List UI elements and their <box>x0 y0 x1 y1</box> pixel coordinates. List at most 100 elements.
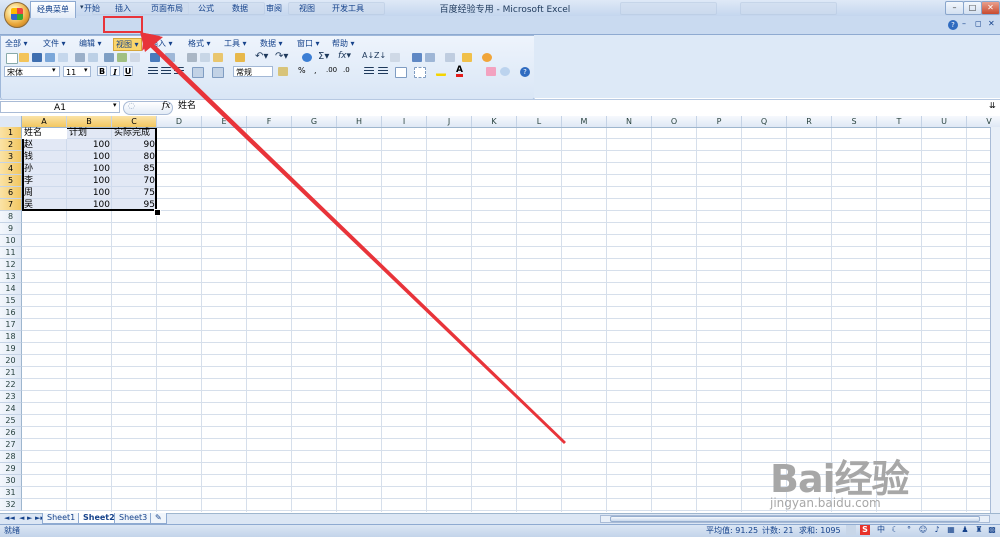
table-header-cell[interactable]: 姓名 <box>22 127 67 139</box>
ribbon-restore-icon[interactable]: ◻ <box>975 19 982 28</box>
table-cell[interactable]: 钱 <box>22 151 67 163</box>
row-header-15[interactable]: 15 <box>0 295 22 307</box>
user-icon[interactable]: ♟ <box>960 525 970 535</box>
menu-edit[interactable]: 编辑 ▾ <box>79 38 102 49</box>
row-header-3[interactable]: 3 <box>0 151 22 163</box>
chart-wizard-icon[interactable] <box>390 53 400 62</box>
align-left-icon[interactable] <box>148 67 158 76</box>
row-header-8[interactable]: 8 <box>0 211 22 223</box>
insert-sheet-icon[interactable]: ✎ <box>150 513 167 524</box>
row-header-4[interactable]: 4 <box>0 163 22 175</box>
borders-icon[interactable] <box>395 67 407 78</box>
bold-button[interactable]: B <box>97 66 107 76</box>
smartart-icon[interactable] <box>482 53 492 62</box>
copy2-icon[interactable] <box>200 53 210 62</box>
menu-file[interactable]: 文件 ▾ <box>43 38 66 49</box>
row-header-10[interactable]: 10 <box>0 235 22 247</box>
cut-icon[interactable] <box>150 53 160 62</box>
tab-review[interactable]: 审阅 <box>260 1 288 17</box>
row-header-18[interactable]: 18 <box>0 331 22 343</box>
column-header-h[interactable]: H <box>337 116 382 127</box>
spelling-icon[interactable] <box>117 53 127 62</box>
keyboard-icon[interactable]: ▦ <box>946 525 956 535</box>
underline-button[interactable]: U <box>123 66 133 76</box>
row-header-29[interactable]: 29 <box>0 463 22 475</box>
hyperlink-icon[interactable] <box>302 53 312 62</box>
moon-icon[interactable]: ☾ <box>890 525 900 535</box>
shapes-icon[interactable] <box>462 53 472 62</box>
punctuation-icon[interactable]: ° <box>904 525 914 535</box>
save-icon[interactable] <box>32 53 42 62</box>
chart-icon[interactable] <box>412 53 422 62</box>
font-name-dropdown-icon[interactable]: ▾ <box>52 66 56 74</box>
redo-icon[interactable]: ↷▾ <box>275 51 288 62</box>
tab-view[interactable]: 视图 <box>293 1 321 17</box>
row-header-27[interactable]: 27 <box>0 439 22 451</box>
print-preview-icon[interactable] <box>88 53 98 62</box>
menu-format[interactable]: 格式 ▾ <box>188 38 211 49</box>
grid-icon[interactable]: ▩ <box>987 525 997 535</box>
increase-indent-icon[interactable] <box>378 67 388 76</box>
row-header-32[interactable]: 32 <box>0 499 22 511</box>
table-cell[interactable]: 李 <box>22 175 67 187</box>
table-cell[interactable]: 80 <box>112 151 157 163</box>
new-file-icon[interactable] <box>6 53 18 64</box>
column-header-d[interactable]: D <box>157 116 202 127</box>
row-header-17[interactable]: 17 <box>0 319 22 331</box>
ribbon-minimize-icon[interactable]: – <box>962 19 966 28</box>
sheet-tab-sheet3[interactable]: Sheet3 <box>114 513 153 524</box>
printer-icon[interactable] <box>104 53 114 62</box>
table-cell[interactable]: 75 <box>112 187 157 199</box>
first-sheet-icon[interactable]: ◄◄ <box>4 514 15 522</box>
copy-icon[interactable] <box>165 53 175 62</box>
italic-button[interactable]: I <box>110 66 120 77</box>
row-header-26[interactable]: 26 <box>0 427 22 439</box>
column-header-l[interactable]: L <box>517 116 562 127</box>
horizontal-scrollbar-thumb[interactable] <box>610 516 980 522</box>
table-cell[interactable]: 95 <box>112 199 157 211</box>
row-header-7[interactable]: 7 <box>0 199 22 211</box>
minimize-button[interactable]: – <box>945 1 964 15</box>
column-header-q[interactable]: Q <box>742 116 787 127</box>
paste-icon[interactable] <box>213 53 223 62</box>
formula-input[interactable]: 姓名 <box>178 100 978 113</box>
insert-function-button[interactable]: fx <box>162 101 170 111</box>
email-icon[interactable] <box>58 53 68 62</box>
row-header-28[interactable]: 28 <box>0 451 22 463</box>
column-header-s[interactable]: S <box>832 116 877 127</box>
fill-handle[interactable] <box>154 209 161 216</box>
name-box-dropdown-icon[interactable]: ▾ <box>113 101 117 109</box>
row-header-24[interactable]: 24 <box>0 403 22 415</box>
wrap-text-icon[interactable] <box>212 67 224 78</box>
tab-classic-menu[interactable]: 经典菜单 <box>30 1 76 18</box>
table-cell[interactable]: 吴 <box>22 199 67 211</box>
table-cell[interactable]: 赵 <box>22 139 67 151</box>
autosum-icon[interactable]: Σ▾ <box>318 51 329 62</box>
table-cell[interactable]: 85 <box>112 163 157 175</box>
menu-view[interactable]: 视图 ▾ <box>113 38 142 51</box>
column-header-a[interactable]: A <box>22 116 67 127</box>
row-header-20[interactable]: 20 <box>0 355 22 367</box>
number-format-select[interactable]: 常规 <box>233 66 273 77</box>
row-header-1[interactable]: 1 <box>0 127 22 139</box>
column-header-u[interactable]: U <box>922 116 967 127</box>
table-cell[interactable]: 孙 <box>22 163 67 175</box>
row-header-13[interactable]: 13 <box>0 271 22 283</box>
row-header-21[interactable]: 21 <box>0 367 22 379</box>
currency-icon[interactable] <box>278 67 288 76</box>
microphone-icon[interactable]: ♪ <box>932 525 942 535</box>
border-style-icon[interactable] <box>414 67 426 78</box>
row-header-30[interactable]: 30 <box>0 475 22 487</box>
normal-view-icon[interactable] <box>846 525 856 535</box>
table-cell[interactable]: 100 <box>67 139 112 151</box>
office-button[interactable] <box>4 2 30 28</box>
table-cell[interactable]: 100 <box>67 151 112 163</box>
shirt-icon[interactable]: ♜ <box>974 525 984 535</box>
merge-center-icon[interactable] <box>192 67 204 78</box>
maximize-button[interactable]: □ <box>963 1 982 15</box>
increase-decimal-icon[interactable]: .00 <box>326 66 337 74</box>
sheet-tab-sheet1[interactable]: Sheet1 <box>42 513 81 524</box>
close-button[interactable]: ✕ <box>981 1 1000 15</box>
row-header-25[interactable]: 25 <box>0 415 22 427</box>
percent-button[interactable]: % <box>298 66 306 75</box>
